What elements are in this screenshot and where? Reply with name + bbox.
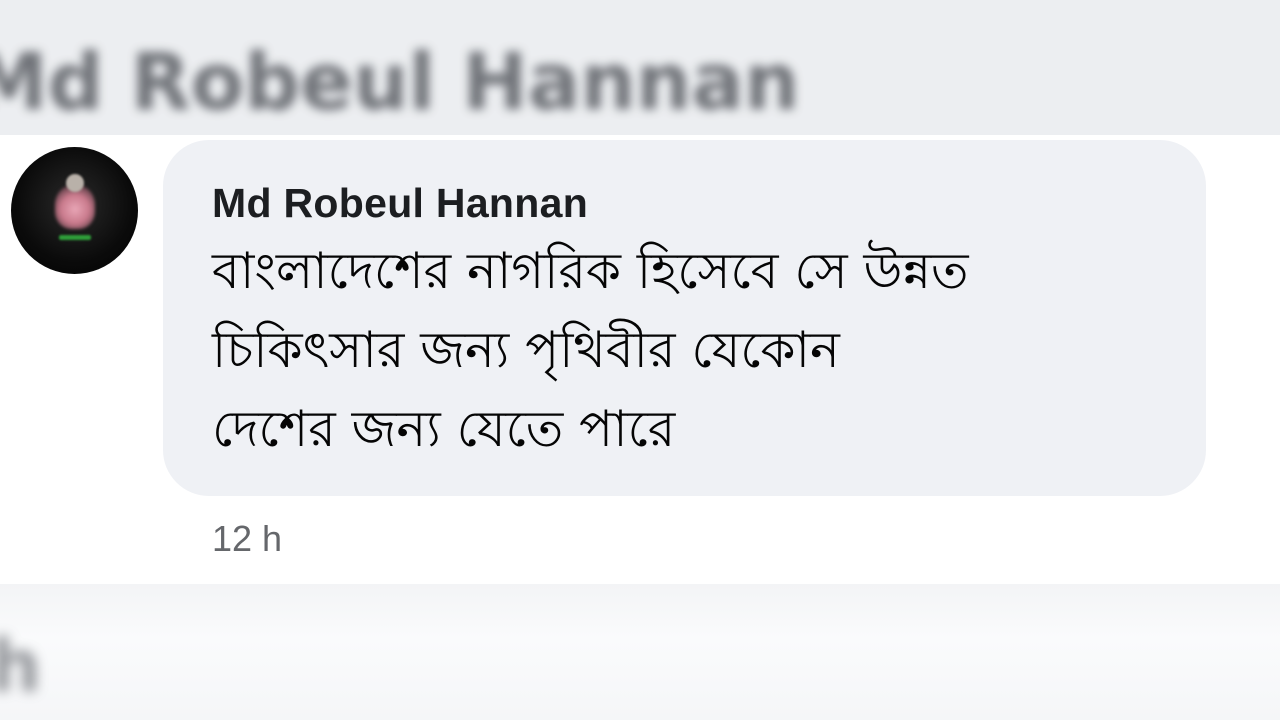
avatar[interactable] [11, 147, 138, 274]
comment-message-line: চিকিৎসার জন্য পৃথিবীর যেকোন [212, 321, 840, 379]
avatar-head [66, 174, 84, 192]
blurred-author-name: Md Robeul Hannan [0, 38, 800, 128]
comment-message-line: দেশের জন্য যেতে পারে [212, 400, 676, 458]
comment-screenshot: Md Robeul Hannan Md Robeul Hannan বাংলাদ… [0, 0, 1280, 720]
comment-author-name[interactable]: Md Robeul Hannan [212, 180, 588, 227]
avatar-caption [59, 235, 91, 240]
comment-message-line: বাংলাদেশের নাগরিক হিসেবে সে উন্নত [212, 242, 969, 300]
blurred-next-text: h [0, 624, 42, 708]
comment-message: বাংলাদেশের নাগরিক হিসেবে সে উন্নত চিকিৎস… [212, 232, 1192, 469]
comment-timestamp[interactable]: 12 h [212, 518, 282, 560]
blurred-next-comment: h [0, 584, 1280, 720]
blurred-previous-comment: Md Robeul Hannan [0, 0, 1280, 135]
